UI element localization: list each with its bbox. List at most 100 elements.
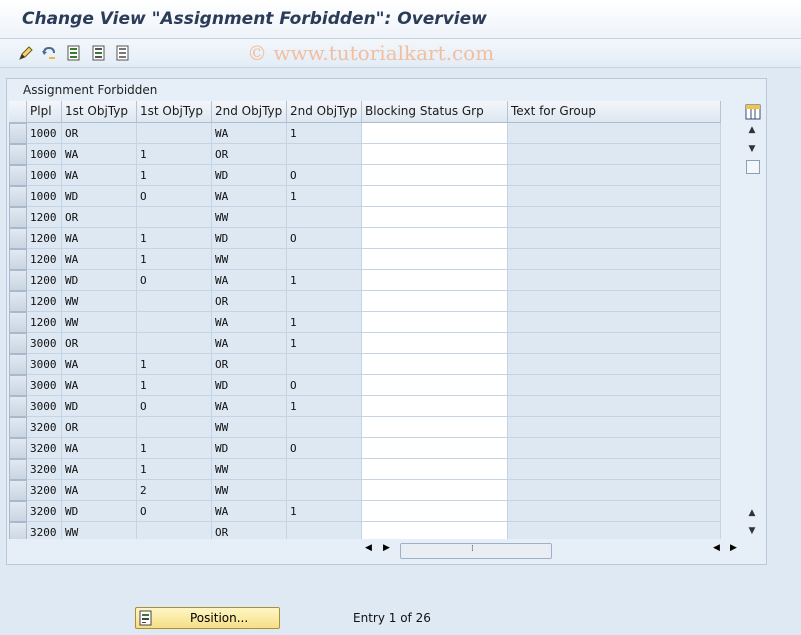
cell-blocking-status-grp[interactable]	[362, 522, 508, 539]
cell-text-for-group	[508, 312, 721, 333]
column-header-2nd-objtyp-2[interactable]: 2nd ObjTyp	[287, 101, 362, 122]
cell-obj1: WD	[62, 186, 137, 207]
table-row[interactable]: 3000 WA 1 WD O	[9, 375, 721, 396]
cell-blocking-status-grp[interactable]	[362, 354, 508, 375]
cell-plpl: 3000	[27, 375, 62, 396]
cell-blocking-status-grp[interactable]	[362, 417, 508, 438]
scroll-page-up-icon[interactable]: ▲	[745, 507, 759, 519]
row-selector[interactable]	[9, 417, 27, 438]
cell-blocking-status-grp[interactable]	[362, 291, 508, 312]
scroll-thumb[interactable]	[746, 160, 760, 174]
column-header-1st-objtyp[interactable]: 1st ObjTyp	[62, 101, 137, 122]
cell-blocking-status-grp[interactable]	[362, 270, 508, 291]
row-selector[interactable]	[9, 375, 27, 396]
row-selector[interactable]	[9, 270, 27, 291]
row-selector[interactable]	[9, 396, 27, 417]
cell-plpl: 1200	[27, 207, 62, 228]
cell-text-for-group	[508, 459, 721, 480]
row-selector[interactable]	[9, 186, 27, 207]
row-selector[interactable]	[9, 438, 27, 459]
cell-blocking-status-grp[interactable]	[362, 312, 508, 333]
column-header-blocking-status-grp[interactable]: Blocking Status Grp	[362, 101, 508, 122]
scroll-up-icon[interactable]: ▲	[745, 124, 759, 136]
table-row[interactable]: 1200 WW WA 1	[9, 312, 721, 333]
cell-blocking-status-grp[interactable]	[362, 207, 508, 228]
scroll-left-icon-2[interactable]: ◀	[713, 543, 720, 553]
cell-blocking-status-grp[interactable]	[362, 396, 508, 417]
row-selector[interactable]	[9, 501, 27, 522]
cell-blocking-status-grp[interactable]	[362, 123, 508, 144]
scroll-page-down-icon[interactable]: ▼	[745, 525, 759, 537]
cell-text-for-group	[508, 354, 721, 375]
cell-obj2-num: 1	[287, 333, 362, 354]
table-row[interactable]: 1200 WW OR	[9, 291, 721, 312]
cell-blocking-status-grp[interactable]	[362, 165, 508, 186]
cell-plpl: 1200	[27, 312, 62, 333]
cell-blocking-status-grp[interactable]	[362, 375, 508, 396]
table-row[interactable]: 3000 OR WA 1	[9, 333, 721, 354]
table-row[interactable]: 1000 WA 1 WD O	[9, 165, 721, 186]
table-row[interactable]: 3000 WD O WA 1	[9, 396, 721, 417]
column-header-text-for-group[interactable]: Text for Group	[508, 101, 721, 122]
cell-obj1-num	[137, 291, 212, 312]
table-row[interactable]: 3200 OR WW	[9, 417, 721, 438]
select-all-icon[interactable]	[65, 44, 83, 62]
cell-blocking-status-grp[interactable]	[362, 333, 508, 354]
table-row[interactable]: 3200 WW OR	[9, 522, 721, 539]
cell-obj1-num	[137, 333, 212, 354]
cell-blocking-status-grp[interactable]	[362, 228, 508, 249]
row-selector[interactable]	[9, 207, 27, 228]
table-row[interactable]: 1000 OR WA 1	[9, 123, 721, 144]
table-row[interactable]: 1200 WA 1 WD O	[9, 228, 721, 249]
row-selector[interactable]	[9, 312, 27, 333]
cell-blocking-status-grp[interactable]	[362, 480, 508, 501]
table-row[interactable]: 3200 WA 1 WD O	[9, 438, 721, 459]
table-row[interactable]: 1000 WA 1 OR	[9, 144, 721, 165]
deselect-all-icon[interactable]	[114, 44, 132, 62]
row-selector[interactable]	[9, 228, 27, 249]
undo-icon[interactable]	[40, 44, 58, 62]
column-header-1st-objtyp-2[interactable]: 1st ObjTyp	[137, 101, 212, 122]
cell-obj2-num	[287, 207, 362, 228]
row-selector[interactable]	[9, 522, 27, 539]
scroll-right-icon-2[interactable]: ▶	[730, 543, 737, 553]
row-selector[interactable]	[9, 459, 27, 480]
row-selector[interactable]	[9, 123, 27, 144]
cell-obj2-num	[287, 144, 362, 165]
row-selector[interactable]	[9, 354, 27, 375]
cell-blocking-status-grp[interactable]	[362, 249, 508, 270]
scroll-left-icon[interactable]: ◀	[365, 543, 372, 553]
scroll-right-icon[interactable]: ▶	[383, 543, 390, 553]
table-row[interactable]: 1200 WD O WA 1	[9, 270, 721, 291]
cell-obj1-num: O	[137, 501, 212, 522]
cell-blocking-status-grp[interactable]	[362, 459, 508, 480]
cell-blocking-status-grp[interactable]	[362, 144, 508, 165]
position-button[interactable]: Position...	[135, 607, 280, 629]
row-selector[interactable]	[9, 291, 27, 312]
horizontal-scroll-thumb[interactable]: ⁞	[400, 543, 552, 559]
cell-blocking-status-grp[interactable]	[362, 501, 508, 522]
column-header-plpl[interactable]: Plpl	[27, 101, 62, 122]
select-block-icon[interactable]	[90, 44, 108, 62]
row-selector[interactable]	[9, 480, 27, 501]
table-row[interactable]: 3200 WD O WA 1	[9, 501, 721, 522]
change-display-icon[interactable]	[17, 44, 35, 62]
row-selector[interactable]	[9, 249, 27, 270]
table-row[interactable]: 1200 OR WW	[9, 207, 721, 228]
column-header-2nd-objtyp[interactable]: 2nd ObjTyp	[212, 101, 287, 122]
table-row[interactable]: 1000 WD O WA 1	[9, 186, 721, 207]
table-row[interactable]: 3200 WA 2 WW	[9, 480, 721, 501]
row-selector[interactable]	[9, 333, 27, 354]
cell-obj1-num: 1	[137, 438, 212, 459]
row-selector[interactable]	[9, 165, 27, 186]
vertical-scrollbar[interactable]: ▲ ▼ ▲ ▼	[742, 103, 762, 541]
table-row[interactable]: 3200 WA 1 WW	[9, 459, 721, 480]
cell-obj1-num: O	[137, 396, 212, 417]
table-row[interactable]: 3000 WA 1 OR	[9, 354, 721, 375]
table-row[interactable]: 1200 WA 1 WW	[9, 249, 721, 270]
select-all-rows-cell[interactable]	[9, 101, 27, 122]
cell-blocking-status-grp[interactable]	[362, 186, 508, 207]
cell-blocking-status-grp[interactable]	[362, 438, 508, 459]
row-selector[interactable]	[9, 144, 27, 165]
scroll-down-icon[interactable]: ▼	[745, 143, 759, 155]
